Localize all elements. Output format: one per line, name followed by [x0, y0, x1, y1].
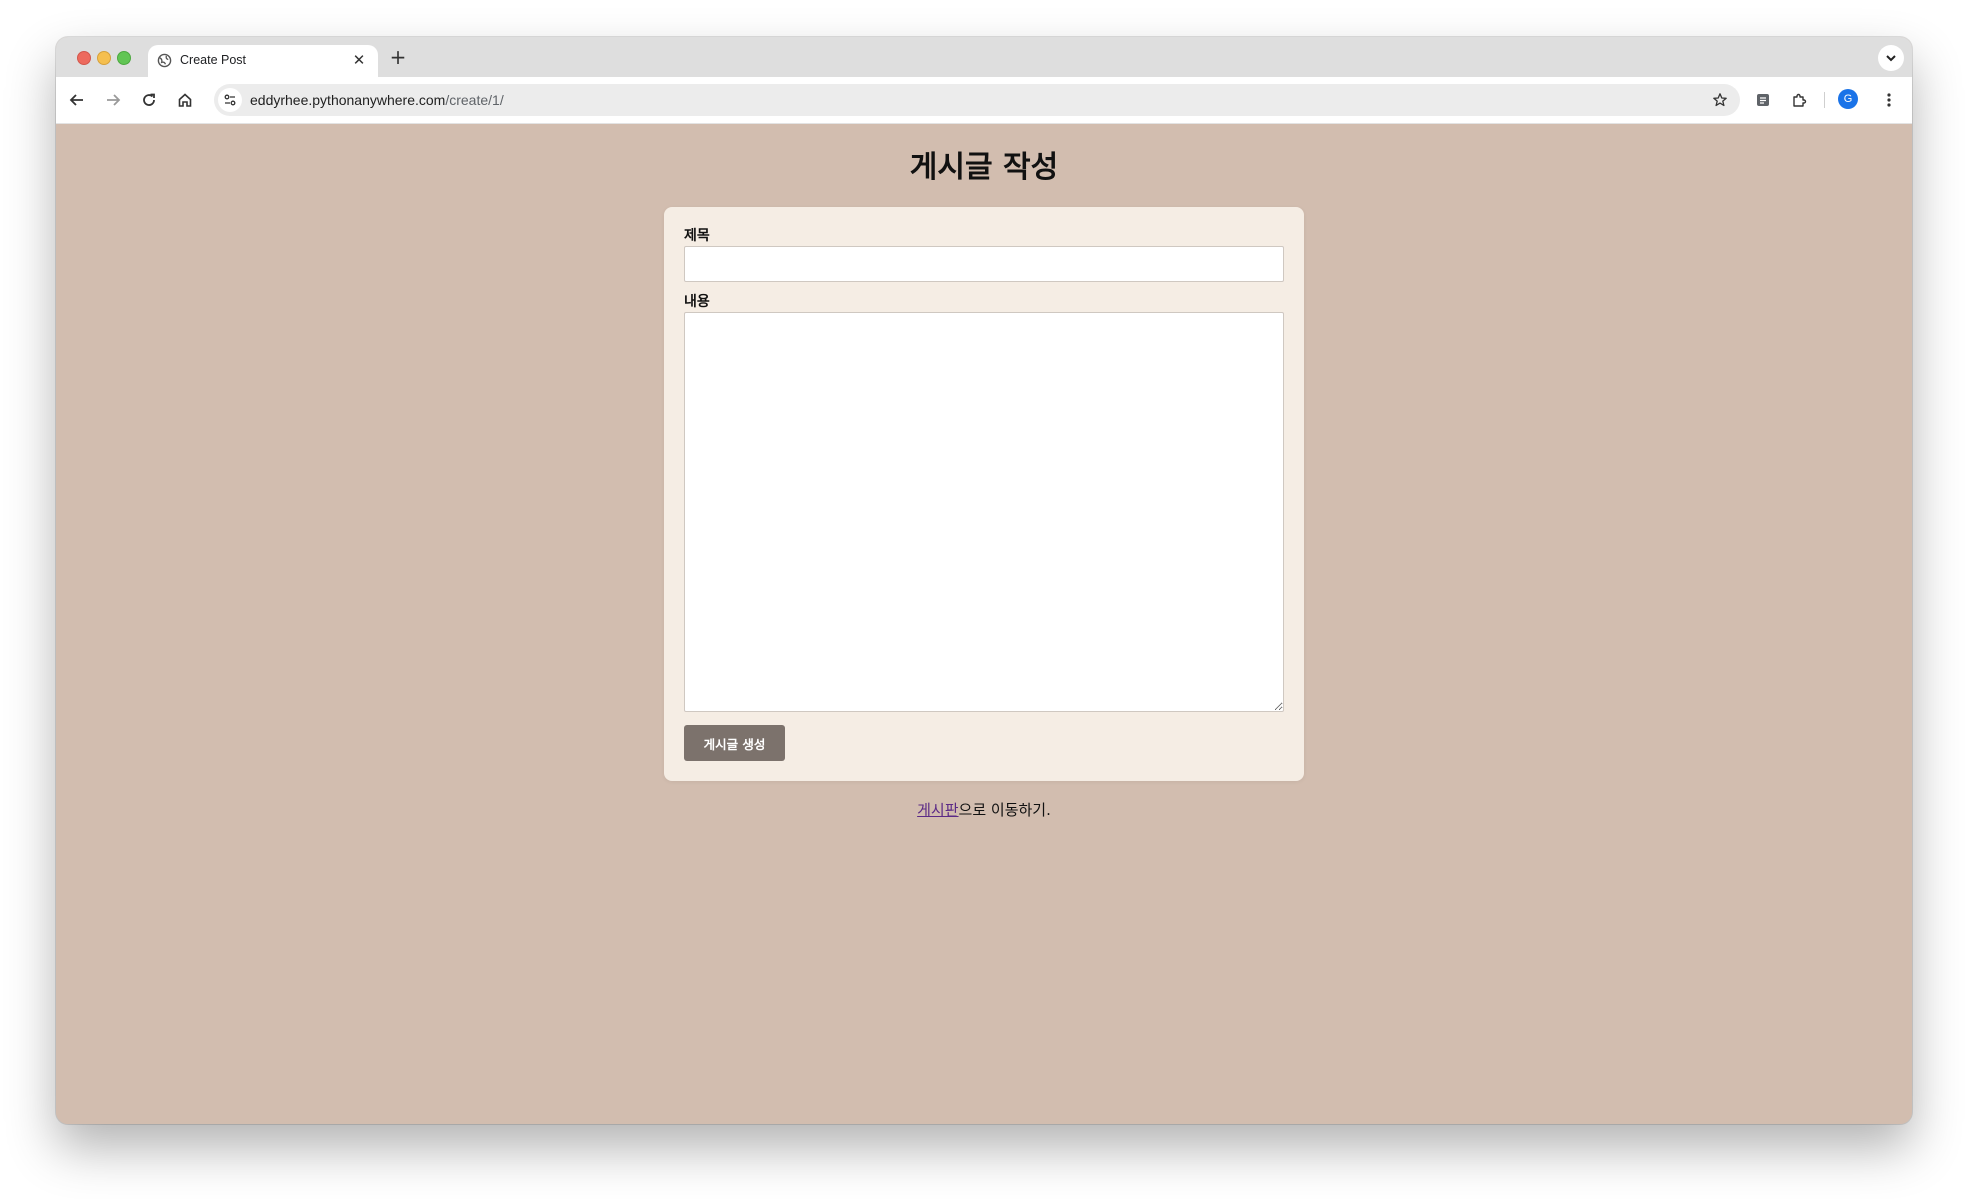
puzzle-icon [1791, 92, 1807, 108]
tab-title: Create Post [180, 53, 247, 67]
content-label: 내용 [684, 294, 710, 310]
star-icon [1712, 92, 1728, 108]
toolbar-divider [1824, 92, 1825, 108]
minimize-window-button[interactable] [97, 51, 111, 65]
browser-window: Create Post ✕ + eddyrhee.pythonanywhere.… [56, 37, 1912, 1124]
title-label: 제목 [684, 228, 710, 244]
close-window-button[interactable] [77, 51, 91, 65]
browser-toolbar: eddyrhee.pythonanywhere.com/create/1/ G [56, 77, 1912, 124]
kebab-menu-icon [1886, 92, 1892, 108]
address-bar[interactable]: eddyrhee.pythonanywhere.com/create/1/ [214, 84, 1740, 116]
url-host: eddyrhee.pythonanywhere.com [250, 92, 446, 108]
globe-icon [157, 53, 172, 68]
tab-search-button[interactable] [1878, 45, 1904, 71]
profile-avatar[interactable]: G [1838, 89, 1858, 109]
reload-icon [141, 92, 157, 108]
close-tab-icon[interactable]: ✕ [350, 51, 368, 69]
create-post-button[interactable]: 게시글 생성 [684, 725, 785, 761]
tab-strip: Create Post ✕ + [56, 37, 1912, 77]
url-text: eddyrhee.pythonanywhere.com/create/1/ [250, 92, 504, 108]
extensions-button[interactable] [1786, 87, 1812, 113]
page-content: 게시글 작성 제목 내용 게시글 생성 게시판으로 이동하기. [56, 124, 1912, 1124]
reload-button[interactable] [136, 87, 162, 113]
arrow-left-icon [69, 92, 85, 108]
forward-button[interactable] [100, 87, 126, 113]
board-link[interactable]: 게시판 [917, 801, 958, 819]
home-button[interactable] [172, 87, 198, 113]
url-path: /create/1/ [445, 92, 504, 108]
chevron-down-icon [1885, 53, 1897, 63]
bookmark-button[interactable] [1710, 90, 1730, 110]
post-form-card: 제목 내용 게시글 생성 [664, 207, 1304, 781]
board-link-suffix: 으로 이동하기. [958, 801, 1051, 819]
maximize-window-button[interactable] [117, 51, 131, 65]
site-info-button[interactable] [218, 88, 242, 112]
back-button[interactable] [64, 87, 90, 113]
tab-create-post[interactable]: Create Post ✕ [148, 45, 378, 77]
content-textarea[interactable] [684, 312, 1284, 712]
browser-menu-button[interactable] [1876, 87, 1902, 113]
page-title: 게시글 작성 [909, 150, 1059, 185]
title-input[interactable] [684, 246, 1284, 282]
reading-mode-icon [1755, 92, 1771, 108]
home-icon [177, 92, 193, 108]
new-tab-button[interactable]: + [388, 47, 408, 67]
reading-mode-button[interactable] [1750, 87, 1776, 113]
board-navigation: 게시판으로 이동하기. [56, 799, 1912, 820]
tune-icon [223, 93, 237, 107]
arrow-right-icon [105, 92, 121, 108]
